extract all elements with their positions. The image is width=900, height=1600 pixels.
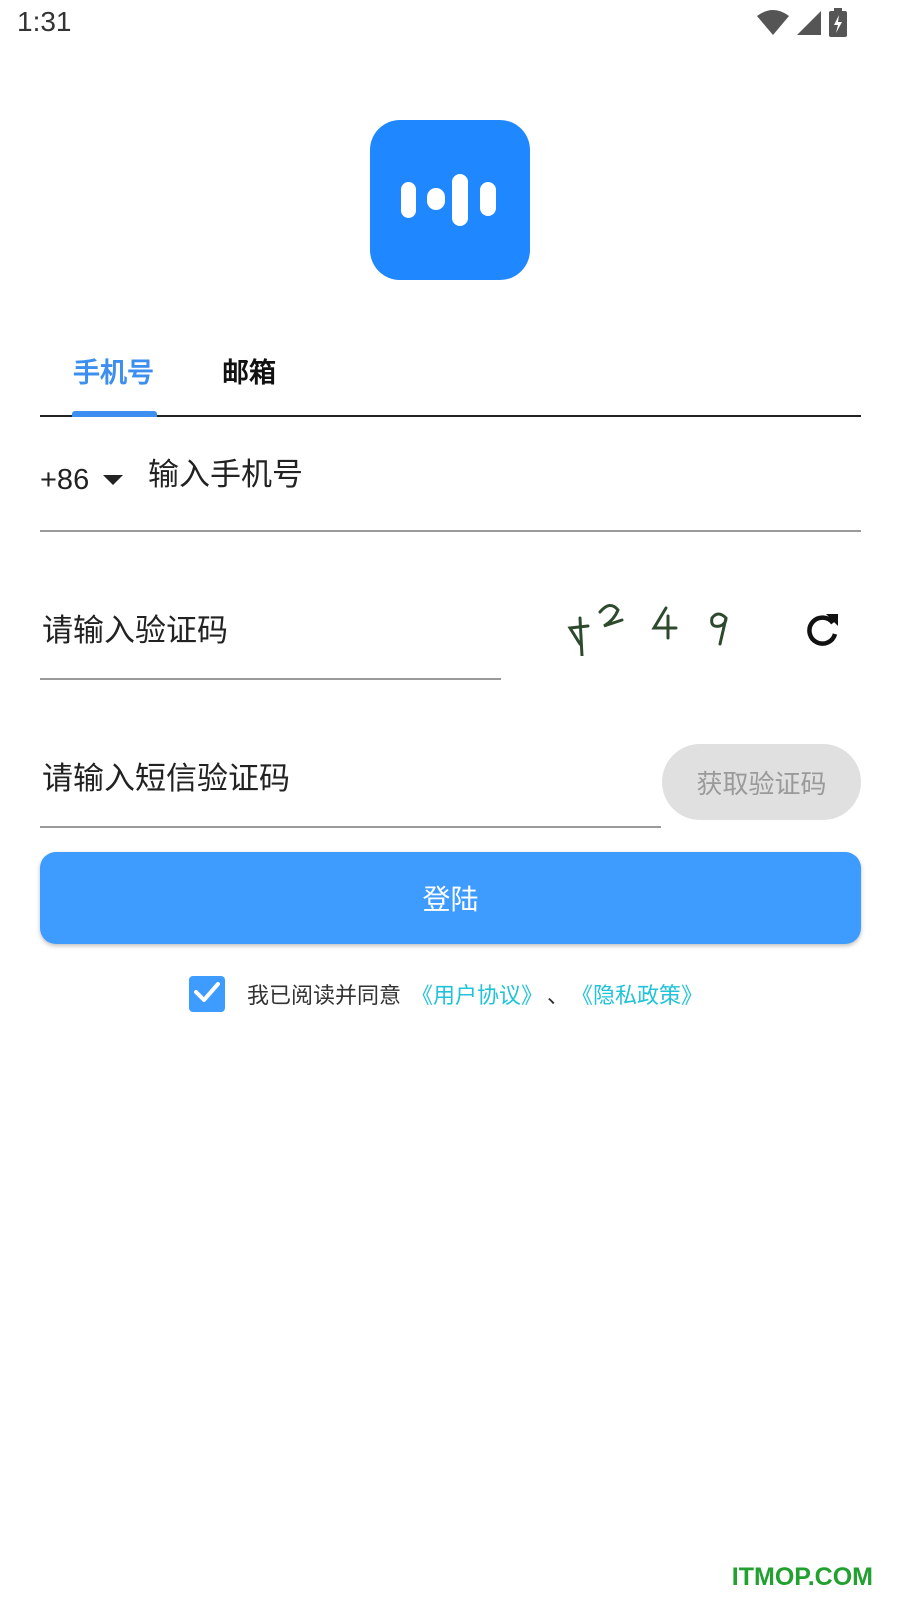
- country-code-label: +86: [40, 464, 90, 496]
- login-method-tabs: 手机号 邮箱: [40, 335, 861, 417]
- phone-input[interactable]: [148, 450, 848, 500]
- tab-email[interactable]: 邮箱: [222, 351, 276, 390]
- login-button[interactable]: 登陆: [40, 852, 861, 944]
- refresh-icon[interactable]: [802, 610, 842, 650]
- dropdown-arrow-icon: [103, 471, 124, 490]
- tab-phone[interactable]: 手机号: [73, 351, 154, 390]
- tab-active-indicator: [72, 411, 157, 417]
- battery-charging-icon: [828, 8, 848, 42]
- agreement-row: 我已阅读并同意 《用户协议》 、 《隐私政策》: [189, 975, 703, 1013]
- agree-checkbox[interactable]: [189, 976, 225, 1012]
- app-logo: [370, 120, 530, 280]
- captcha-input[interactable]: [42, 606, 492, 656]
- sms-row: 获取验证码: [40, 738, 861, 828]
- wifi-icon: [756, 9, 790, 41]
- captcha-field: [40, 590, 501, 680]
- status-bar: 1:31: [0, 0, 900, 50]
- phone-row: +86: [40, 440, 861, 532]
- user-agreement-link[interactable]: 《用户协议》: [411, 978, 543, 1010]
- status-time: 1:31: [17, 6, 72, 37]
- captcha-image[interactable]: [562, 596, 752, 658]
- get-code-button[interactable]: 获取验证码: [662, 744, 861, 820]
- checkmark-icon: [193, 981, 221, 1007]
- signal-icon: [796, 9, 822, 41]
- captcha-row: [40, 590, 861, 680]
- sms-code-input[interactable]: [42, 754, 642, 804]
- agree-text: 我已阅读并同意: [247, 984, 402, 1009]
- watermark: ITMOP.COM: [731, 1563, 873, 1591]
- privacy-policy-link[interactable]: 《隐私政策》: [571, 978, 703, 1010]
- country-code-selector[interactable]: +86: [40, 464, 124, 497]
- status-icons: [756, 8, 848, 42]
- agreement-separator: 、: [547, 984, 570, 1009]
- sms-code-field: [40, 738, 661, 828]
